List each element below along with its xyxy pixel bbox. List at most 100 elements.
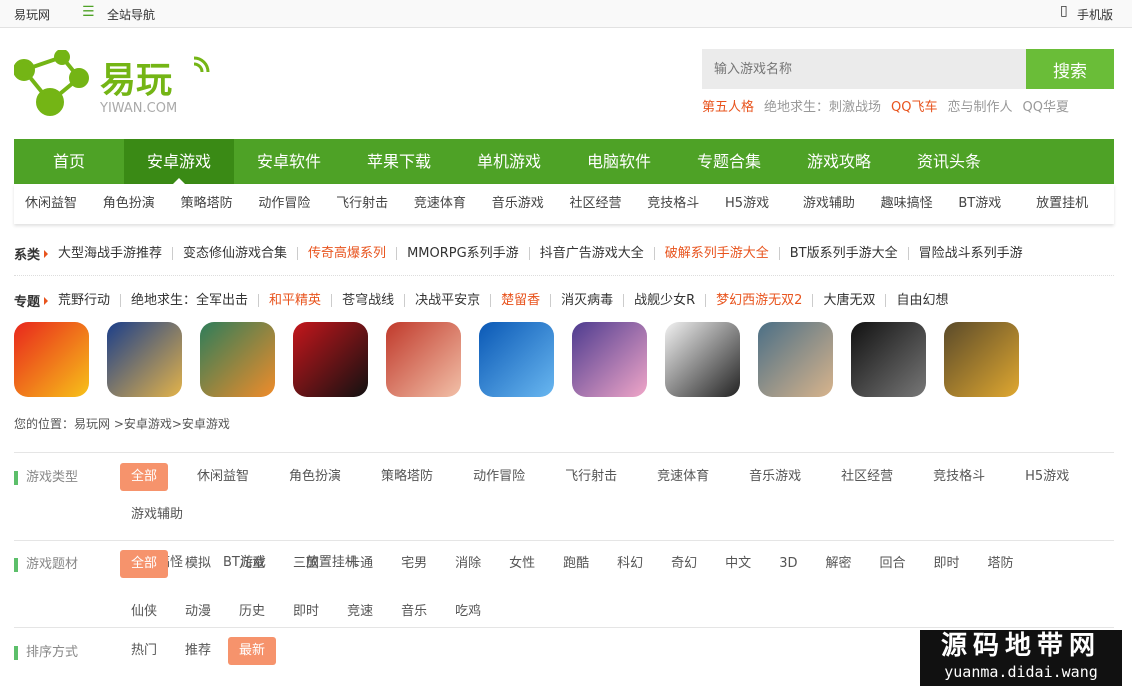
game-icon[interactable] [386, 322, 461, 397]
topics-link[interactable]: 苍穹战线 [331, 294, 404, 307]
filter-option[interactable]: 吃鸡 [444, 598, 492, 626]
filter-option[interactable]: 3D [768, 550, 808, 578]
filter-option[interactable]: 卡通 [336, 550, 384, 578]
filter-option[interactable]: 社区经营 [830, 463, 904, 491]
hot-word-link[interactable]: 恋与制作人 [948, 96, 1013, 115]
game-icon[interactable] [665, 322, 740, 397]
topics-link[interactable]: 和平精英 [258, 294, 331, 307]
topics-link[interactable]: 大唐无双 [812, 294, 885, 307]
filter-option[interactable]: 休闲益智 [186, 463, 260, 491]
topics-link[interactable]: 自由幻想 [885, 294, 958, 307]
series-link[interactable]: 冒险战斗系列手游 [907, 247, 1033, 260]
filter-option[interactable]: 中文 [714, 550, 762, 578]
filter-option[interactable]: 三国 [282, 550, 330, 578]
filter-option[interactable]: 竞技格斗 [922, 463, 996, 491]
filter-option[interactable]: 推荐 [174, 637, 222, 665]
subnav-item[interactable]: 音乐游戏 [492, 184, 570, 224]
filter-option[interactable]: 游戏辅助 [120, 501, 194, 529]
filter-option[interactable]: 消除 [444, 550, 492, 578]
filter-option[interactable]: 女性 [498, 550, 546, 578]
series-link[interactable]: 破解系列手游大全 [653, 247, 779, 260]
site-nav-link[interactable]: 全站导航 [107, 6, 155, 23]
topics-link[interactable]: 消灭病毒 [550, 294, 623, 307]
filter-option[interactable]: 科幻 [606, 550, 654, 578]
topics-link[interactable]: 楚留香 [490, 294, 550, 307]
nav-item[interactable]: 专题合集 [674, 139, 784, 184]
subnav-item[interactable]: 游戏辅助 [803, 184, 881, 224]
filter-option[interactable]: 竞速 [336, 598, 384, 626]
filter-option[interactable]: 宅男 [390, 550, 438, 578]
logo[interactable]: 易玩 YIWAN.COM [13, 49, 219, 120]
subnav-item[interactable]: 休闲益智 [25, 184, 103, 224]
filter-option[interactable]: 解密 [814, 550, 862, 578]
subnav-item[interactable]: 竞速体育 [414, 184, 492, 224]
topics-link[interactable]: 荒野行动 [58, 294, 120, 307]
game-icon[interactable] [200, 322, 275, 397]
hot-word-link[interactable]: QQ华夏 [1023, 96, 1069, 115]
game-icon[interactable] [479, 322, 554, 397]
filter-option[interactable]: 回合 [868, 550, 916, 578]
topics-link[interactable]: 决战平安京 [404, 294, 490, 307]
subnav-item[interactable]: BT游戏 [958, 184, 1036, 224]
filter-option[interactable]: 角色扮演 [278, 463, 352, 491]
series-link[interactable]: 抖音广告游戏大全 [528, 247, 654, 260]
subnav-item[interactable]: 飞行射击 [336, 184, 414, 224]
subnav-item[interactable]: 放置挂机 [1036, 184, 1114, 224]
filter-option[interactable]: 策略塔防 [370, 463, 444, 491]
nav-item[interactable]: 首页 [14, 139, 124, 184]
filter-option[interactable]: 跑酷 [552, 550, 600, 578]
topics-link[interactable]: 绝地求生：全军出击 [120, 294, 258, 307]
series-link[interactable]: BT版系列手游大全 [778, 247, 908, 260]
nav-item[interactable]: 安卓游戏 [124, 139, 234, 184]
filter-option[interactable]: 即时 [923, 550, 971, 578]
filter-option[interactable]: 模拟 [174, 550, 222, 578]
game-icon[interactable] [14, 322, 89, 397]
filter-option[interactable]: 动漫 [174, 598, 222, 626]
filter-option[interactable]: 热门 [120, 637, 168, 665]
filter-option[interactable]: 即时 [282, 598, 330, 626]
game-icon[interactable] [851, 322, 926, 397]
mobile-link[interactable]: 手机版 [1077, 6, 1113, 23]
filter-option[interactable]: 全部 [120, 463, 169, 491]
series-link[interactable]: 传奇高爆系列 [297, 247, 396, 260]
filter-option[interactable]: 仙侠 [120, 598, 168, 626]
nav-item[interactable]: 苹果下载 [344, 139, 454, 184]
hot-word-link[interactable]: QQ飞车 [891, 96, 937, 115]
filter-option[interactable]: 音乐 [390, 598, 438, 626]
series-link[interactable]: 大型海战手游推荐 [58, 247, 172, 260]
filter-option[interactable]: H5游戏 [1014, 463, 1080, 491]
topics-link[interactable]: 梦幻西游无双2 [705, 294, 812, 307]
nav-item[interactable]: 电脑软件 [564, 139, 674, 184]
game-icon[interactable] [944, 322, 1019, 397]
nav-item[interactable]: 安卓软件 [234, 139, 344, 184]
filter-option[interactable]: 动作冒险 [462, 463, 536, 491]
filter-option[interactable]: 音乐游戏 [738, 463, 812, 491]
game-icon[interactable] [107, 322, 182, 397]
topics-link[interactable]: 战舰少女R [623, 294, 705, 307]
subnav-item[interactable]: 社区经营 [569, 184, 647, 224]
filter-option[interactable]: 竞速体育 [646, 463, 720, 491]
series-link[interactable]: MMORPG系列手游 [396, 247, 529, 260]
game-icon[interactable] [758, 322, 833, 397]
filter-option[interactable]: 全部 [120, 550, 169, 578]
subnav-item[interactable]: 动作冒险 [258, 184, 336, 224]
hot-word-link[interactable]: 第五人格 [702, 96, 754, 115]
filter-option[interactable]: 历史 [228, 598, 276, 626]
nav-item[interactable]: 游戏攻略 [784, 139, 894, 184]
hot-word-link[interactable]: 绝地求生：刺激战场 [764, 96, 881, 115]
series-link[interactable]: 变态修仙游戏合集 [172, 247, 297, 260]
game-icon[interactable] [572, 322, 647, 397]
subnav-item[interactable]: 趣味搞怪 [881, 184, 959, 224]
subnav-item[interactable]: 策略塔防 [181, 184, 259, 224]
filter-option[interactable]: 飞行射击 [554, 463, 628, 491]
subnav-item[interactable]: 角色扮演 [103, 184, 181, 224]
nav-item[interactable]: 资讯头条 [894, 139, 1004, 184]
subnav-item[interactable]: 竞技格斗 [647, 184, 725, 224]
nav-item[interactable]: 单机游戏 [454, 139, 564, 184]
filter-option[interactable]: 最新 [228, 637, 277, 665]
filter-option[interactable]: 塔防 [977, 550, 1025, 578]
game-icon[interactable] [293, 322, 368, 397]
search-input[interactable] [702, 49, 1026, 89]
search-button[interactable]: 搜索 [1026, 49, 1114, 89]
filter-option[interactable]: 奇幻 [660, 550, 708, 578]
